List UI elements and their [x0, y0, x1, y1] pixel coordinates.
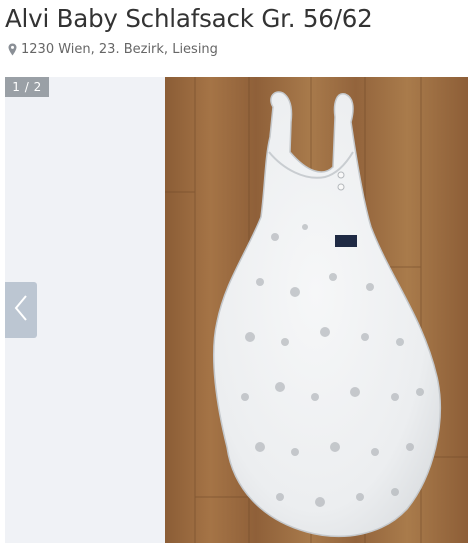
- image-gallery[interactable]: 1 / 2: [5, 77, 468, 543]
- listing-location: 1230 Wien, 23. Bezirk, Liesing: [8, 42, 218, 57]
- listing-title: Alvi Baby Schlafsack Gr. 56/62: [5, 4, 373, 33]
- location-text: 1230 Wien, 23. Bezirk, Liesing: [21, 42, 218, 57]
- map-pin-icon: [8, 43, 17, 56]
- product-photo[interactable]: [165, 77, 468, 543]
- chevron-left-icon: [14, 294, 28, 326]
- previous-image-button[interactable]: [5, 282, 37, 338]
- image-counter: 1 / 2: [5, 77, 49, 97]
